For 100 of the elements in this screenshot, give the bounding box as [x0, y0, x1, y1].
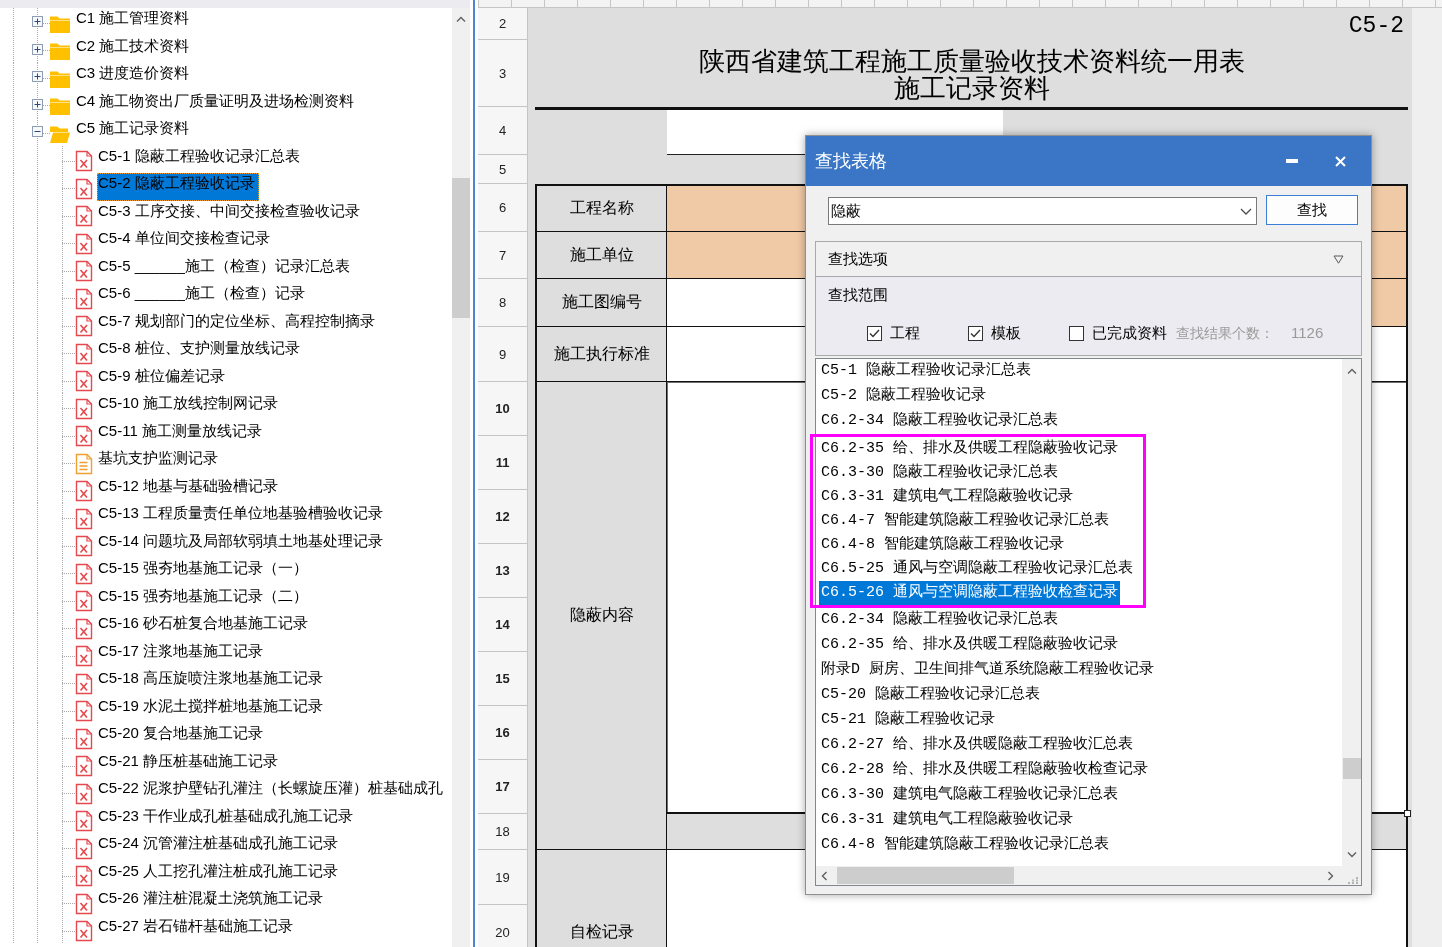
tree-item[interactable]: C5-11 施工测量放线记录: [97, 420, 266, 448]
chevron-up-icon[interactable]: [456, 16, 466, 22]
list-item[interactable]: C5-20 隐蔽工程验收记录汇总表: [819, 683, 1042, 708]
row-header[interactable]: 3: [478, 40, 528, 107]
list-item[interactable]: C6.4-7 智能建筑隐蔽工程验收记录汇总表: [819, 509, 1111, 533]
chevron-right-icon[interactable]: [1328, 870, 1334, 881]
tree-item[interactable]: C5-8 桩位、支护测量放线记录: [97, 338, 304, 366]
search-button[interactable]: 查找: [1266, 195, 1358, 225]
checkbox[interactable]: [968, 325, 983, 341]
plus-box-icon[interactable]: [32, 71, 43, 83]
tree-item[interactable]: C5-12 地基与基础验槽记录: [97, 475, 283, 503]
tree-item[interactable]: C5-18 高压旋喷注浆地基施工记录: [97, 668, 328, 696]
tree-item[interactable]: C5-22 泥浆护壁钻孔灌注（长螺旋压灌）桩基础成孔: [97, 778, 448, 806]
tree-item[interactable]: C5-3 工序交接、中间交接检查验收记录: [97, 200, 364, 228]
checkbox-label[interactable]: 模板: [991, 323, 1021, 343]
row-header[interactable]: 14: [478, 598, 528, 652]
list-item[interactable]: C6.2-34 隐蔽工程验收记录汇总表: [819, 608, 1060, 633]
list-item[interactable]: C6.4-8 智能建筑隐蔽工程验收记录汇总表: [819, 833, 1111, 858]
tree-item[interactable]: C5-15 强夯地基施工记录（二）: [97, 585, 313, 613]
chevron-down-icon[interactable]: [1240, 207, 1252, 215]
checkbox-label[interactable]: 已完成资料: [1092, 323, 1167, 343]
tree-item[interactable]: C5-15 强夯地基施工记录（一）: [97, 558, 313, 586]
row-header[interactable]: 13: [478, 544, 528, 598]
tree-item[interactable]: C5-23 干作业成孔桩基础成孔施工记录: [97, 805, 358, 833]
tree-item[interactable]: C5-20 复合地基施工记录: [97, 723, 268, 751]
tree-item[interactable]: C5-25 人工挖孔灌注桩成孔施工记录: [97, 860, 343, 888]
list-item[interactable]: C6.2-35 给、排水及供暖工程隐蔽验收记录: [819, 633, 1120, 658]
row-header[interactable]: 10: [478, 382, 528, 436]
tree-item[interactable]: C5-13 工程质量责任单位地基验槽验收记录: [97, 503, 388, 531]
tree-item[interactable]: C5-5 ______施工（检查）记录汇总表: [97, 255, 354, 283]
list-item[interactable]: C6.3-31 建筑电气工程隐蔽验收记录: [819, 485, 1075, 509]
scrollbar-track[interactable]: [816, 866, 1361, 885]
close-icon[interactable]: [1335, 155, 1346, 167]
tree-item[interactable]: C3 进度造价资料: [75, 63, 194, 91]
list-item[interactable]: C6.3-30 隐蔽工程验收记录汇总表: [819, 461, 1060, 485]
minus-box-icon[interactable]: [32, 126, 43, 138]
list-item[interactable]: C5-21 隐蔽工程验收记录: [819, 708, 997, 733]
scrollbar-track[interactable]: [452, 8, 470, 947]
plus-box-icon[interactable]: [32, 16, 43, 28]
row-header[interactable]: 8: [478, 279, 528, 327]
tree-item[interactable]: C5-14 问题坑及局部软弱填土地基处理记录: [97, 530, 388, 558]
scrollbar-thumb[interactable]: [837, 867, 1014, 884]
scrollbar-track[interactable]: [1342, 359, 1361, 866]
scrollbar-thumb[interactable]: [452, 178, 470, 318]
fill-handle[interactable]: [1404, 810, 1411, 817]
chevron-down-icon[interactable]: [1346, 852, 1357, 858]
list-item[interactable]: C5-1 隐蔽工程验收记录汇总表: [819, 359, 1033, 384]
tree-item[interactable]: C5-21 静压桩基础施工记录: [97, 750, 283, 778]
scrollbar-thumb[interactable]: [1342, 758, 1361, 779]
checkbox-label[interactable]: 工程: [890, 323, 920, 343]
row-header[interactable]: 4: [478, 107, 528, 155]
caret-icon[interactable]: [1333, 254, 1344, 264]
tree-item[interactable]: C1 施工管理资料: [75, 8, 194, 36]
row-header[interactable]: 6: [478, 184, 528, 232]
row-header[interactable]: 5: [478, 155, 528, 184]
tree-item[interactable]: C4 施工物资出厂质量证明及进场检测资料: [75, 90, 359, 118]
tree-item[interactable]: C5-17 注浆地基施工记录: [97, 640, 268, 668]
list-item[interactable]: 附录D 厨房、卫生间排气道系统隐蔽工程验收记录: [819, 658, 1156, 683]
row-header[interactable]: 11: [478, 436, 528, 490]
list-item[interactable]: C6.3-30 建筑电气隐蔽工程验收记录汇总表: [819, 783, 1120, 808]
list-item[interactable]: C6.5-25 通风与空调隐蔽工程验收记录汇总表: [819, 557, 1135, 581]
plus-box-icon[interactable]: [32, 43, 43, 55]
checkbox[interactable]: [867, 325, 882, 341]
row-header[interactable]: 17: [478, 760, 528, 814]
tree-item[interactable]: C5-1 隐蔽工程验收记录汇总表: [97, 145, 304, 173]
list-item[interactable]: C6.5-26 通风与空调隐蔽工程验收检查记录: [819, 581, 1120, 605]
row-header[interactable]: 20: [478, 905, 528, 947]
row-header[interactable]: 18: [478, 814, 528, 850]
list-item[interactable]: C6.4-8 智能建筑隐蔽工程验收记录: [819, 533, 1066, 557]
list-item[interactable]: C6.2-27 给、排水及供暖隐蔽工程验收汇总表: [819, 733, 1135, 758]
list-item[interactable]: C6.2-28 给、排水及供暖工程隐蔽验收检查记录: [819, 758, 1150, 783]
resize-grip-icon[interactable]: [1347, 877, 1358, 884]
tree-item[interactable]: C5-19 水泥土搅拌桩地基施工记录: [97, 695, 328, 723]
row-header[interactable]: 15: [478, 652, 528, 706]
tree-item[interactable]: C2 施工技术资料: [75, 35, 194, 63]
search-combo[interactable]: 隐蔽: [828, 197, 1257, 225]
tree-item[interactable]: C5-7 规划部门的定位坐标、高程控制摘录: [97, 310, 379, 338]
tree-item[interactable]: C5-4 单位间交接检查记录: [97, 228, 274, 256]
tree-item[interactable]: C5-9 桩位偏差记录: [97, 365, 229, 393]
tree-item[interactable]: C5-24 沉管灌注桩基础成孔施工记录: [97, 833, 343, 861]
list-item[interactable]: C6.2-34 隐蔽工程验收记录汇总表: [819, 409, 1060, 434]
tree-item[interactable]: C5-10 施工放线控制网记录: [97, 393, 283, 421]
chevron-left-icon[interactable]: [821, 870, 827, 881]
list-item[interactable]: C6.2-35 给、排水及供暖工程隐蔽验收记录: [819, 437, 1120, 461]
tree-item[interactable]: 基坑支护监测记录: [97, 448, 222, 476]
list-item[interactable]: C6.3-31 建筑电气工程隐蔽验收记录: [819, 808, 1075, 833]
tree-item[interactable]: C5-2 隐蔽工程验收记录: [97, 173, 259, 201]
list-item[interactable]: C5-2 隐蔽工程验收记录: [819, 384, 988, 409]
plus-box-icon[interactable]: [32, 98, 43, 110]
tree-item[interactable]: C5-26 灌注桩混凝土浇筑施工记录: [97, 888, 328, 916]
row-header[interactable]: 7: [478, 232, 528, 279]
tree-item[interactable]: C5-6 ______施工（检查）记录: [97, 283, 309, 311]
row-header[interactable]: 2: [478, 8, 528, 40]
checkbox[interactable]: [1069, 325, 1084, 341]
tree-item[interactable]: C5 施工记录资料: [75, 118, 194, 146]
tree-item[interactable]: C5-27 岩石锚杆基础施工记录: [97, 915, 298, 943]
row-header[interactable]: 16: [478, 706, 528, 760]
row-header[interactable]: 12: [478, 490, 528, 544]
chevron-up-icon[interactable]: [1346, 368, 1357, 374]
row-header[interactable]: 9: [478, 327, 528, 382]
